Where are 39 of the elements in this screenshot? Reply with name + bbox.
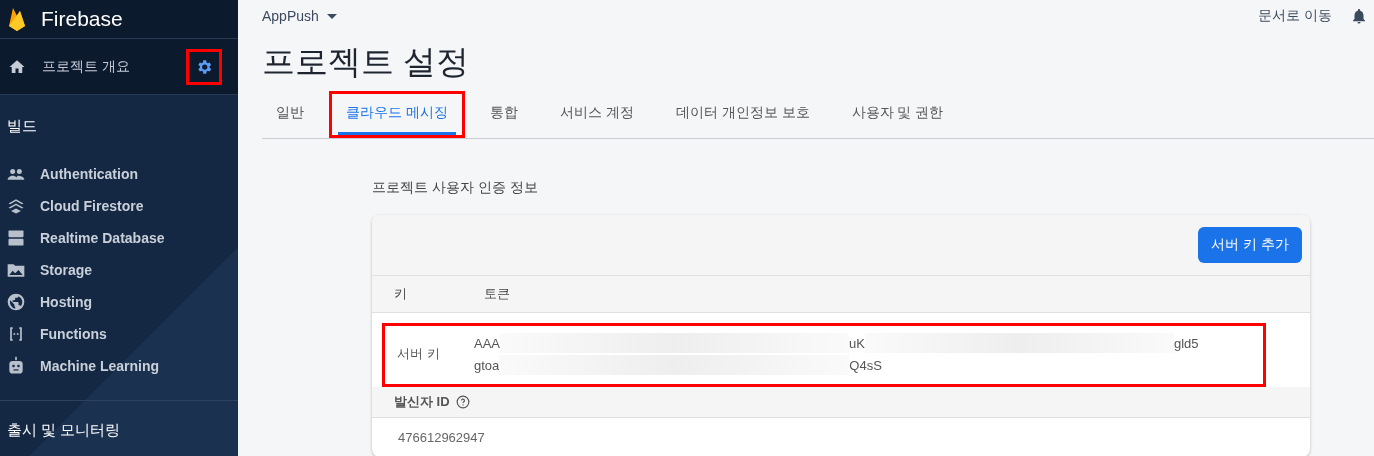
nav-item[interactable]: Authentication <box>40 166 138 182</box>
docs-link[interactable]: 문서로 이동 <box>1258 7 1332 25</box>
section-title[interactable]: 출시 및 모니터링 <box>0 400 238 456</box>
nav-item[interactable]: Cloud Firestore <box>40 198 144 214</box>
token-fragment: uK <box>849 335 865 351</box>
section-title[interactable]: 빌드 <box>0 95 238 158</box>
tab[interactable]: 서비스 계정 <box>551 94 642 135</box>
token-fragment: gtoa <box>474 357 500 373</box>
globe-icon[interactable] <box>6 292 26 312</box>
project-selector[interactable]: AppPush <box>262 8 319 24</box>
token-fragment: Q4sS <box>849 357 882 373</box>
settings-icon[interactable] <box>186 48 222 85</box>
table-cell-text: 서버 키 <box>396 345 441 363</box>
column-header: 키 <box>393 285 408 303</box>
nav-item[interactable]: Functions <box>40 326 107 342</box>
tab[interactable]: 통합 <box>481 94 526 135</box>
page-title: 프로젝트 설정 <box>262 42 471 82</box>
nav-item[interactable]: Hosting <box>40 294 93 310</box>
token-fragment: gld5 <box>1173 335 1199 351</box>
server-icon[interactable] <box>6 228 26 248</box>
sender-id: 476612962947 <box>397 429 486 447</box>
add-server-key-button[interactable]: 서버 키 추가 <box>1198 227 1302 263</box>
nav-item[interactable]: Machine Learning <box>40 358 160 374</box>
help-icon[interactable] <box>455 395 470 409</box>
robot-icon[interactable] <box>6 356 26 376</box>
nav-item[interactable]: Storage <box>40 262 93 278</box>
tab[interactable]: 사용자 및 권한 <box>843 94 952 135</box>
bell-icon[interactable] <box>1350 6 1368 26</box>
column-header: 토큰 <box>484 285 510 303</box>
caret-icon[interactable] <box>326 13 337 19</box>
section-heading: 프로젝트 사용자 인증 정보 <box>372 179 539 197</box>
nav-item[interactable]: Realtime Database <box>40 230 165 246</box>
tab[interactable]: 일반 <box>268 94 312 135</box>
flame-icon <box>7 6 27 32</box>
nav-item[interactable]: 프로젝트 개요 <box>42 57 170 76</box>
field-label: 발신자 ID <box>394 393 450 411</box>
brand-name: Firebase <box>41 7 123 31</box>
tab[interactable]: 데이터 개인정보 보호 <box>667 94 818 135</box>
token-fragment: AAA <box>474 335 500 351</box>
